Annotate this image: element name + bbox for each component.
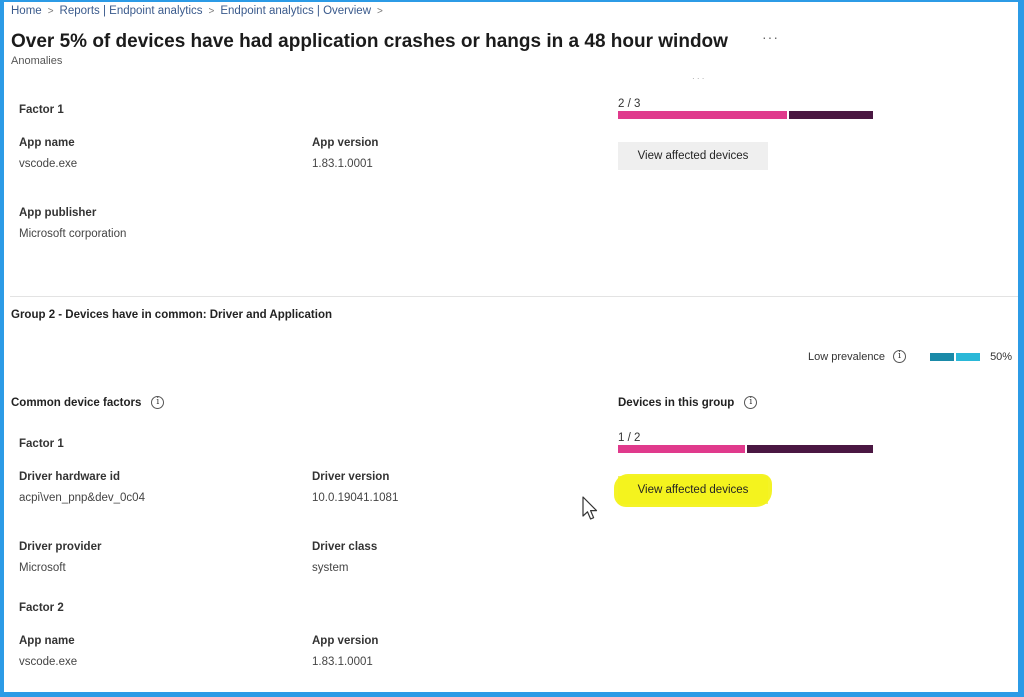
app-publisher-label: App publisher: [19, 207, 97, 219]
app-name-label: App name: [19, 635, 75, 647]
breadcrumb-reports[interactable]: Reports | Endpoint analytics: [60, 5, 203, 17]
devices-progress-bar: [618, 445, 873, 453]
info-icon[interactable]: i: [151, 396, 165, 409]
devices-in-group-header: Devices in this group i: [618, 396, 758, 409]
app-version-value: 1.83.1.0001: [312, 158, 373, 170]
prevalence-remaining-segment: [956, 352, 981, 361]
divider: [10, 296, 1018, 297]
header-label: Common device factors: [11, 396, 142, 409]
mouse-pointer-icon: [582, 496, 598, 520]
unaffected-segment: [747, 445, 873, 453]
breadcrumb: Home > Reports | Endpoint analytics > En…: [11, 5, 383, 17]
view-affected-devices-button[interactable]: View affected devices: [618, 142, 768, 170]
app-version-value: 1.83.1.0001: [312, 656, 373, 668]
app-publisher-value: Microsoft corporation: [19, 228, 127, 240]
prevalence-label: Low prevalence: [808, 350, 886, 363]
page-subtitle: Anomalies: [11, 55, 63, 67]
driver-version-value: 10.0.19041.1081: [312, 492, 399, 504]
factor-label: Factor 1: [19, 438, 64, 450]
driver-class-value: system: [312, 562, 349, 574]
cropped-text: · · ·: [692, 74, 705, 83]
chevron-right-icon: >: [208, 5, 215, 17]
view-affected-devices-button[interactable]: View affected devices: [614, 474, 772, 507]
app-version-label: App version: [312, 635, 379, 647]
devices-progress-bar: [618, 111, 873, 119]
devices-fraction: 1 / 2: [618, 432, 641, 444]
header-label: Devices in this group: [618, 396, 735, 409]
app-name-value: vscode.exe: [19, 158, 78, 170]
info-icon[interactable]: i: [893, 350, 907, 363]
common-device-factors-header: Common device factors i: [11, 396, 165, 409]
app-name-label: App name: [19, 137, 75, 149]
info-icon[interactable]: i: [744, 396, 758, 409]
group-title: Group 2 - Devices have in common: Driver…: [11, 309, 333, 321]
prevalence-indicator: Low prevalence i 50%: [808, 350, 1012, 363]
app-version-label: App version: [312, 137, 379, 149]
button-label: View affected devices: [637, 484, 749, 496]
driver-version-label: Driver version: [312, 471, 390, 483]
driver-provider-label: Driver provider: [19, 541, 102, 553]
affected-segment: [618, 445, 745, 453]
prevalence-percent: 50%: [990, 350, 1013, 363]
prevalence-bar: [930, 352, 981, 361]
driver-class-label: Driver class: [312, 541, 378, 553]
app-name-value: vscode.exe: [19, 656, 78, 668]
report-panel: Home > Reports | Endpoint analytics > En…: [4, 2, 1018, 692]
factor-label: Factor 1: [19, 104, 64, 116]
chevron-right-icon: >: [47, 5, 54, 17]
factor-label: Factor 2: [19, 602, 64, 614]
affected-segment: [618, 111, 787, 119]
page-title: Over 5% of devices have had application …: [11, 31, 728, 52]
prevalence-filled-segment: [930, 352, 955, 361]
driver-provider-value: Microsoft: [19, 562, 66, 574]
more-options-button[interactable]: ···: [762, 29, 779, 45]
driver-hardware-id-value: acpi\ven_pnp&dev_0c04: [19, 492, 145, 504]
button-label: View affected devices: [637, 150, 749, 162]
driver-hardware-id-label: Driver hardware id: [19, 471, 120, 483]
unaffected-segment: [789, 111, 873, 119]
breadcrumb-overview[interactable]: Endpoint analytics | Overview: [220, 5, 371, 17]
devices-fraction: 2 / 3: [618, 98, 641, 110]
chevron-right-icon: >: [377, 5, 383, 17]
breadcrumb-home[interactable]: Home: [11, 5, 42, 17]
